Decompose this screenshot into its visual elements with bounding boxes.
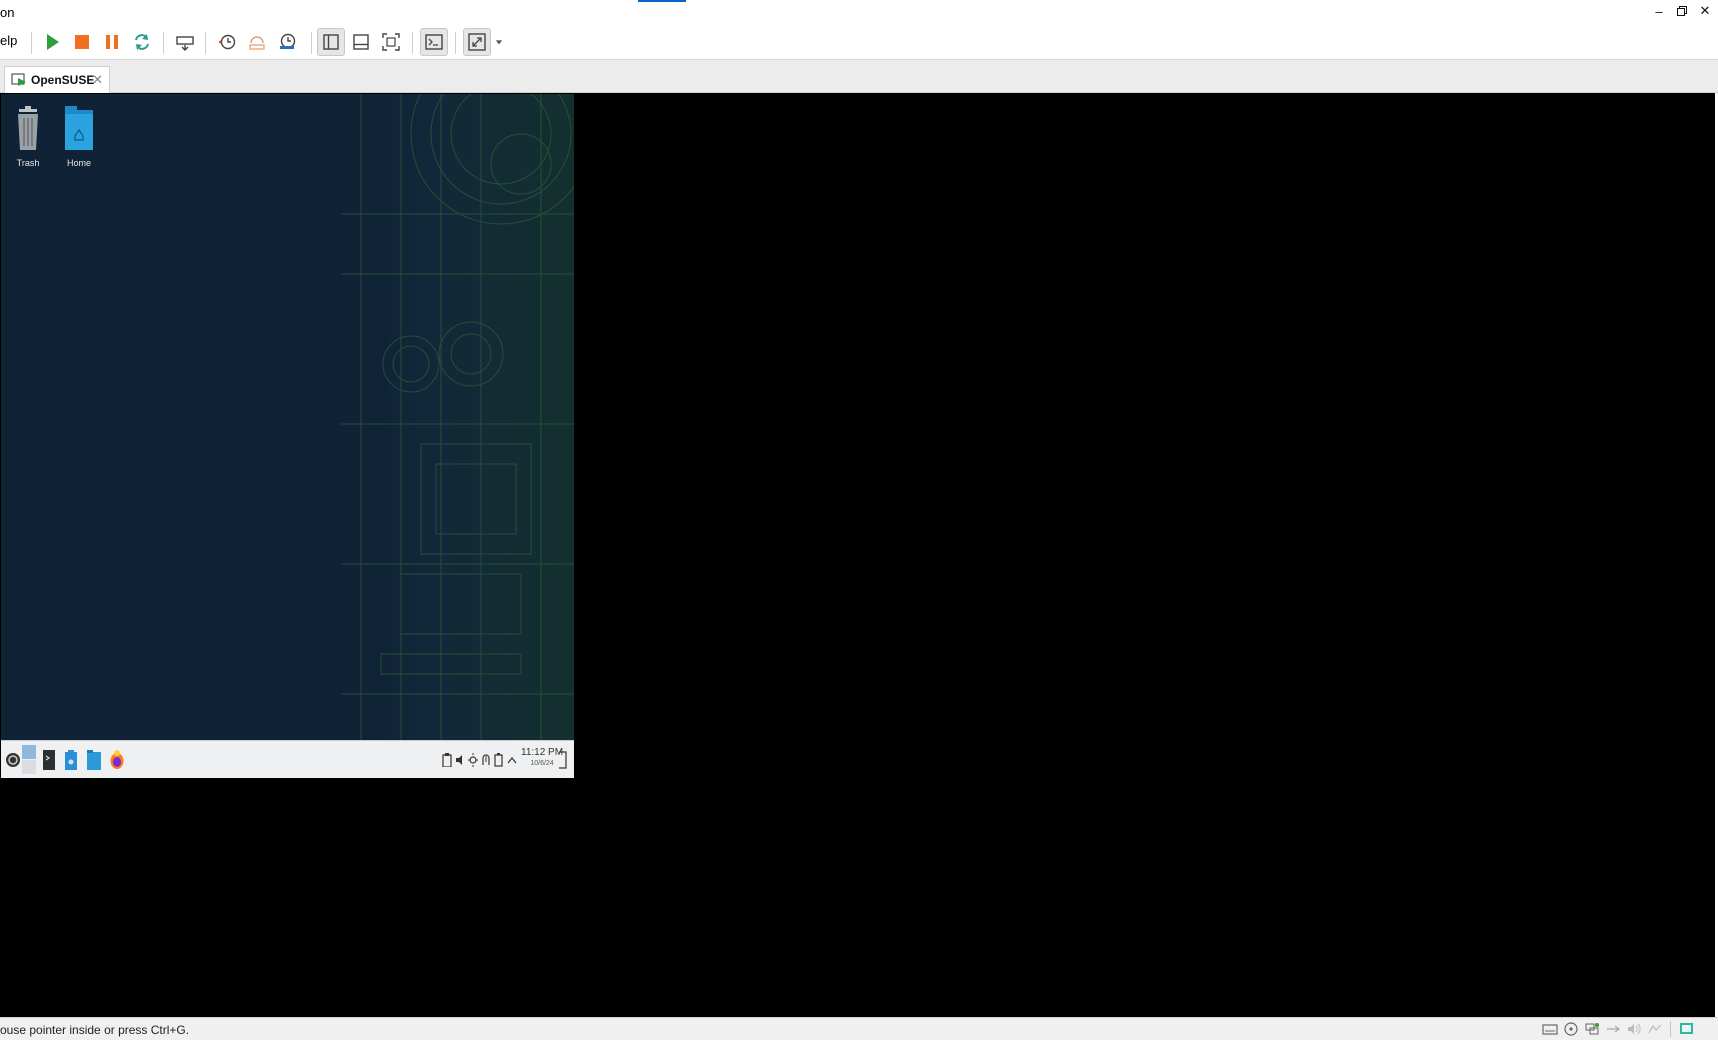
- application-menu-icon[interactable]: [5, 750, 21, 770]
- status-bar: ouse pointer inside or press Ctrl+G.: [0, 1017, 1718, 1040]
- play-icon: [47, 34, 59, 50]
- desktop-icon-trash[interactable]: Trash: [2, 106, 54, 168]
- tab-label: OpenSUSE: [31, 73, 95, 87]
- sound-icon[interactable]: [1626, 1022, 1642, 1036]
- snapshot-clock-icon: [219, 34, 236, 50]
- toolbar-separator: [31, 32, 32, 54]
- active-indicator: [638, 0, 686, 2]
- take-snapshot-button[interactable]: [213, 28, 241, 56]
- power-on-button[interactable]: [38, 28, 66, 56]
- thumbnail-bar-icon: [353, 34, 369, 50]
- updates-icon[interactable]: [481, 753, 491, 767]
- stretch-icon: [468, 33, 486, 51]
- library-panel-icon: [323, 34, 339, 50]
- console-view-button[interactable]: [420, 28, 448, 56]
- send-ctrl-alt-del-button[interactable]: [171, 28, 199, 56]
- status-separator: [1670, 1021, 1671, 1037]
- guest-screen[interactable]: Trash Home 11:12 PM 10/6/24: [1, 94, 574, 778]
- toolbar: elp: [0, 24, 1718, 60]
- revert-snapshot-icon: [249, 36, 265, 50]
- restore-icon: [1677, 6, 1687, 16]
- hard-disk-icon[interactable]: [1542, 1022, 1558, 1036]
- status-message: ouse pointer inside or press Ctrl+G.: [0, 1023, 190, 1037]
- guest-clock[interactable]: 11:12 PM 10/6/24: [521, 747, 563, 769]
- toolbar-separator: [412, 32, 413, 54]
- clock-time: 11:12 PM: [521, 747, 564, 758]
- pager-icon[interactable]: [22, 745, 36, 775]
- toolbar-separator: [205, 32, 206, 54]
- pause-icon: [106, 35, 118, 49]
- vm-running-icon: [11, 73, 26, 86]
- vmware-workstation-window: on – ✕ elp OpenSUSE ✕ Trash Home 11:12 P…: [0, 0, 1718, 1040]
- tray-expand-icon[interactable]: [507, 753, 517, 767]
- stop-icon: [75, 35, 89, 49]
- snapshot-manager-button[interactable]: [273, 28, 301, 56]
- show-library-button[interactable]: [317, 28, 345, 56]
- terminal-icon[interactable]: [43, 750, 55, 770]
- toolbar-separator: [311, 32, 312, 54]
- clock-date: 10/6/24: [530, 760, 554, 767]
- window-title: on: [0, 5, 15, 20]
- stretch-guest-button[interactable]: [463, 28, 491, 56]
- volume-icon[interactable]: [455, 753, 465, 767]
- keyboard-icon: [176, 36, 194, 51]
- tab-close-icon[interactable]: ✕: [92, 72, 103, 88]
- desktop-icon-label: Home: [66, 158, 91, 168]
- stretch-options-dropdown[interactable]: [492, 28, 506, 56]
- toolbar-separator: [163, 32, 164, 54]
- firefox-icon[interactable]: [110, 749, 124, 771]
- network-icon[interactable]: [1584, 1022, 1600, 1036]
- restart-button[interactable]: [128, 28, 156, 56]
- show-desktop-icon[interactable]: [558, 751, 568, 769]
- tab-opensuse[interactable]: OpenSUSE ✕: [4, 66, 110, 93]
- suspend-button[interactable]: [98, 28, 126, 56]
- revert-snapshot-button[interactable]: [243, 28, 271, 56]
- restore-button[interactable]: [1671, 0, 1693, 22]
- message-icon[interactable]: [1679, 1022, 1695, 1036]
- usb-icon[interactable]: [1605, 1022, 1621, 1036]
- thumbnail-bar-button[interactable]: [347, 28, 375, 56]
- console-icon: [425, 34, 443, 50]
- clipboard-icon[interactable]: [442, 753, 452, 767]
- brightness-icon[interactable]: [468, 753, 478, 767]
- discover-icon[interactable]: [65, 750, 77, 770]
- power-off-button[interactable]: [68, 28, 96, 56]
- snapshot-manager-icon: [280, 33, 296, 49]
- vm-tab-strip: OpenSUSE ✕: [0, 60, 1718, 93]
- full-screen-button[interactable]: [377, 28, 405, 56]
- battery-icon[interactable]: [494, 753, 504, 767]
- trash-icon: [18, 106, 38, 150]
- display-icon[interactable]: [1647, 1022, 1663, 1036]
- refresh-icon: [135, 34, 149, 50]
- cd-icon[interactable]: [1563, 1022, 1579, 1036]
- toolbar-separator: [455, 32, 456, 54]
- wallpaper-pattern: [341, 94, 574, 740]
- minimize-button[interactable]: –: [1648, 0, 1670, 22]
- home-folder-icon: [65, 106, 93, 150]
- title-bar: on – ✕: [0, 0, 1718, 24]
- vm-console[interactable]: Trash Home 11:12 PM 10/6/24: [0, 93, 1715, 1017]
- guest-taskbar: 11:12 PM 10/6/24: [1, 740, 574, 778]
- close-button[interactable]: ✕: [1694, 0, 1716, 22]
- file-manager-icon[interactable]: [87, 750, 101, 770]
- desktop-icon-home[interactable]: Home: [53, 106, 105, 168]
- desktop-icon-label: Trash: [16, 158, 40, 168]
- chevron-down-icon: [495, 40, 503, 45]
- help-menu[interactable]: elp: [0, 33, 17, 48]
- fullscreen-icon: [382, 33, 400, 51]
- desktop-wallpaper: [1, 94, 574, 740]
